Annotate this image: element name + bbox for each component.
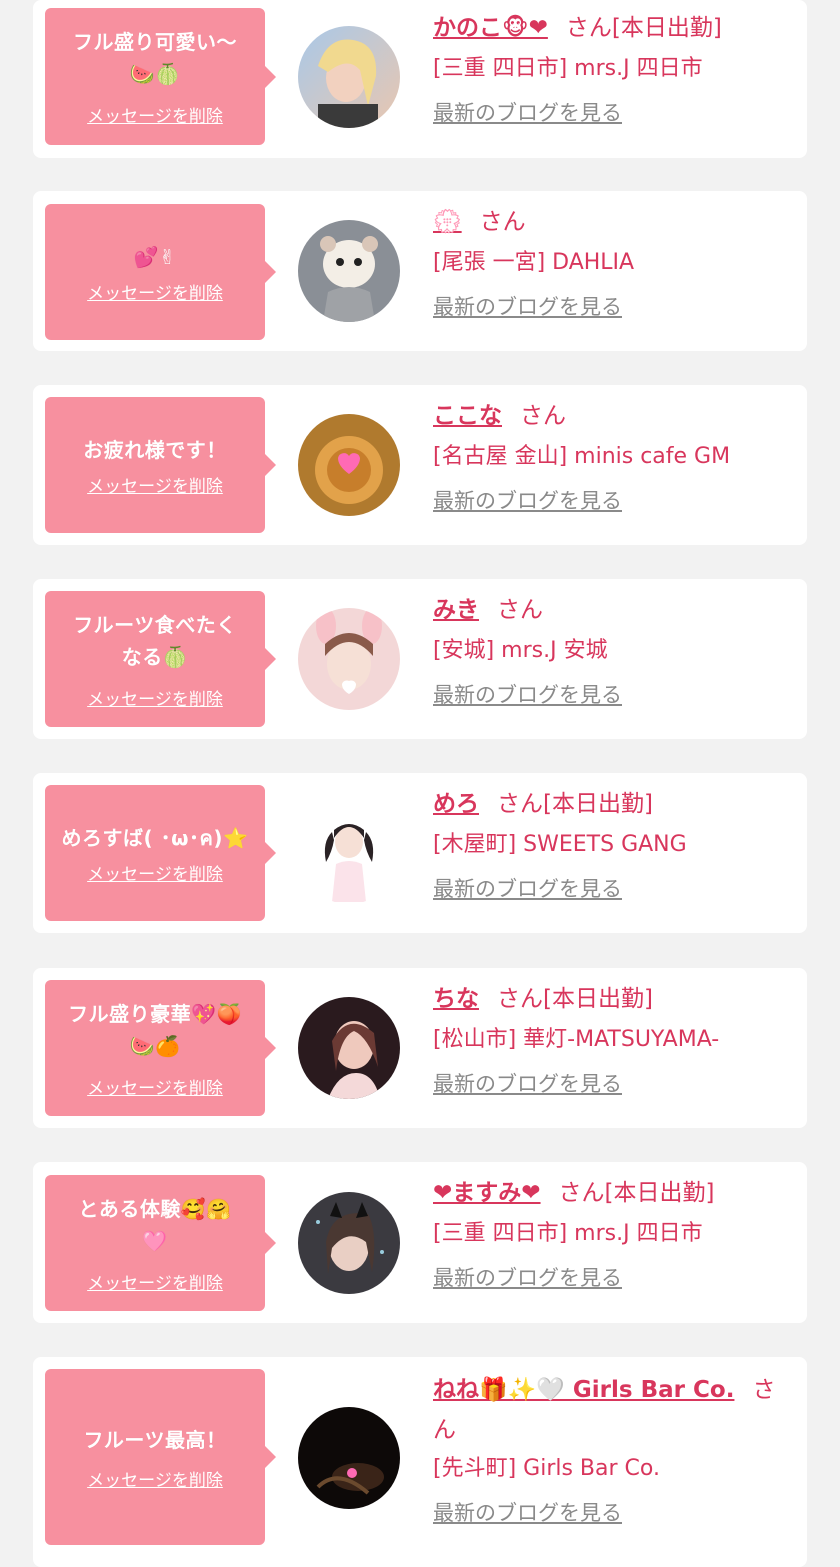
cast-name-link[interactable]: ねね🎁✨🤍 Girls Bar Co. (433, 1377, 734, 1403)
message-text: フル盛り可愛い〜 🍉🍈 (73, 30, 237, 86)
avatar[interactable] (298, 997, 400, 1099)
delete-message-link[interactable]: メッセージを削除 (87, 279, 223, 304)
profile-info: めろ さん[本日出勤] [木屋町] SWEETS GANG 最新のブログを見る (433, 786, 793, 904)
message-bubble: フル盛り可愛い〜 🍉🍈 メッセージを削除 (45, 8, 276, 145)
latest-blog-link[interactable]: 最新のブログを見る (433, 292, 622, 322)
message-text: とある体験🥰🤗 🩷 (78, 1196, 232, 1253)
profile-info: 💮 さん [尾張 一宮] DAHLIA 最新のブログを見る (433, 204, 793, 322)
message-card: フル盛り豪華💖🍑 🍉🍊 メッセージを削除 ちな さん[本日出勤] [松山市] 華灯… (33, 968, 807, 1128)
message-text: お疲れ様です！ (83, 437, 227, 462)
shop-label: [名古屋 金山] minis cafe GM (433, 444, 731, 469)
message-card: 💕✌ メッセージを削除 💮 さん [尾張 一宮] DAHLIA 最新のブログを見る (33, 191, 807, 351)
delete-message-link[interactable]: メッセージを削除 (87, 1466, 223, 1491)
latest-blog-link[interactable]: 最新のブログを見る (433, 680, 622, 710)
message-card: フルーツ食べたく なる🍈 メッセージを削除 みき さん [安城] mrs.J 安城… (33, 579, 807, 739)
cast-name-link[interactable]: 💮 (433, 209, 462, 235)
avatar-image (298, 608, 400, 710)
message-bubble: フル盛り豪華💖🍑 🍉🍊 メッセージを削除 (45, 980, 276, 1116)
delete-message-link[interactable]: メッセージを削除 (87, 1074, 223, 1099)
message-text: フル盛り豪華💖🍑 🍉🍊 (68, 1001, 242, 1058)
latest-blog-link[interactable]: 最新のブログを見る (433, 874, 622, 904)
profile-info: ちな さん[本日出勤] [松山市] 華灯-MATSUYAMA- 最新のブログを見る (433, 981, 793, 1099)
avatar-image (298, 802, 400, 904)
shop-label: [三重 四日市] mrs.J 四日市 (433, 56, 703, 81)
avatar-image (298, 220, 400, 322)
message-bubble: 💕✌ メッセージを削除 (45, 204, 276, 340)
profile-info: ここな さん [名古屋 金山] minis cafe GM 最新のブログを見る (433, 398, 793, 516)
delete-message-link[interactable]: メッセージを削除 (87, 472, 223, 497)
avatar[interactable] (298, 608, 400, 710)
san-label: さん[本日出勤] (497, 791, 653, 817)
avatar-image (298, 997, 400, 1099)
latest-blog-link[interactable]: 最新のブログを見る (433, 1263, 622, 1293)
avatar[interactable] (298, 26, 400, 128)
message-card: フル盛り可愛い〜 🍉🍈 メッセージを削除 かのこ🐵❤ さん[本日出勤] [三重 四… (33, 0, 807, 158)
delete-message-link[interactable]: メッセージを削除 (87, 685, 223, 710)
cast-name-link[interactable]: みき (433, 597, 479, 623)
latest-blog-link[interactable]: 最新のブログを見る (433, 486, 622, 516)
delete-message-link[interactable]: メッセージを削除 (87, 1269, 223, 1294)
avatar-image (298, 1407, 400, 1509)
shop-label: [木屋町] SWEETS GANG (433, 832, 687, 857)
shop-label: [先斗町] Girls Bar Co. (433, 1456, 660, 1481)
cast-name-link[interactable]: ちな (433, 986, 479, 1012)
avatar[interactable] (298, 1407, 400, 1509)
san-label: さん (520, 403, 566, 429)
delete-message-link[interactable]: メッセージを削除 (87, 102, 223, 127)
shop-label: [松山市] 華灯-MATSUYAMA- (433, 1027, 720, 1052)
avatar[interactable] (298, 220, 400, 322)
latest-blog-link[interactable]: 最新のブログを見る (433, 1069, 622, 1099)
avatar-image (298, 1192, 400, 1294)
message-text: フルーツ最高！ (83, 1427, 227, 1452)
message-bubble: フルーツ食べたく なる🍈 メッセージを削除 (45, 591, 276, 727)
cast-name-link[interactable]: ❤ますみ❤ (433, 1180, 541, 1206)
avatar-image (298, 414, 400, 516)
message-text: 💕✌ (133, 244, 177, 269)
profile-info: かのこ🐵❤ さん[本日出勤] [三重 四日市] mrs.J 四日市 最新のブログを… (433, 10, 793, 128)
message-card: とある体験🥰🤗 🩷 メッセージを削除 ❤ますみ❤ さん[本日出勤] [三重 四日市… (33, 1162, 807, 1323)
message-text: めろすば( ･ω･ค)⭐ (61, 825, 249, 850)
san-label: さん[本日出勤] (565, 15, 722, 41)
latest-blog-link[interactable]: 最新のブログを見る (433, 98, 622, 128)
profile-info: みき さん [安城] mrs.J 安城 最新のブログを見る (433, 592, 793, 710)
message-bubble: お疲れ様です！ メッセージを削除 (45, 397, 276, 533)
cast-name-link[interactable]: ここな (433, 403, 502, 429)
message-card: フルーツ最高！ メッセージを削除 ねね🎁✨🤍 Girls Bar Co. さん [… (33, 1357, 807, 1567)
san-label: さん (479, 209, 526, 235)
avatar[interactable] (298, 802, 400, 904)
message-bubble: とある体験🥰🤗 🩷 メッセージを削除 (45, 1175, 276, 1311)
san-label: さん (497, 597, 543, 623)
avatar-image (298, 26, 400, 128)
message-bubble: フルーツ最高！ メッセージを削除 (45, 1369, 276, 1545)
shop-label: [安城] mrs.J 安城 (433, 638, 608, 663)
message-text: フルーツ食べたく なる🍈 (73, 612, 237, 669)
avatar[interactable] (298, 1192, 400, 1294)
profile-info: ❤ますみ❤ さん[本日出勤] [三重 四日市] mrs.J 四日市 最新のブログを… (433, 1175, 793, 1293)
cast-name-link[interactable]: めろ (433, 791, 479, 817)
san-label: さん[本日出勤] (558, 1180, 715, 1206)
avatar[interactable] (298, 414, 400, 516)
shop-label: [三重 四日市] mrs.J 四日市 (433, 1221, 703, 1246)
san-label: さん[本日出勤] (497, 986, 653, 1012)
delete-message-link[interactable]: メッセージを削除 (87, 860, 223, 885)
profile-info: ねね🎁✨🤍 Girls Bar Co. さん [先斗町] Girls Bar Co… (433, 1370, 798, 1528)
latest-blog-link[interactable]: 最新のブログを見る (433, 1498, 622, 1528)
message-card: お疲れ様です！ メッセージを削除 ここな さん [名古屋 金山] minis ca… (33, 385, 807, 545)
shop-label: [尾張 一宮] DAHLIA (433, 250, 635, 275)
message-bubble: めろすば( ･ω･ค)⭐ メッセージを削除 (45, 785, 276, 921)
cast-name-link[interactable]: かのこ🐵❤ (433, 15, 548, 41)
message-card: めろすば( ･ω･ค)⭐ メッセージを削除 めろ さん[本日出勤] [木屋町] S… (33, 773, 807, 933)
